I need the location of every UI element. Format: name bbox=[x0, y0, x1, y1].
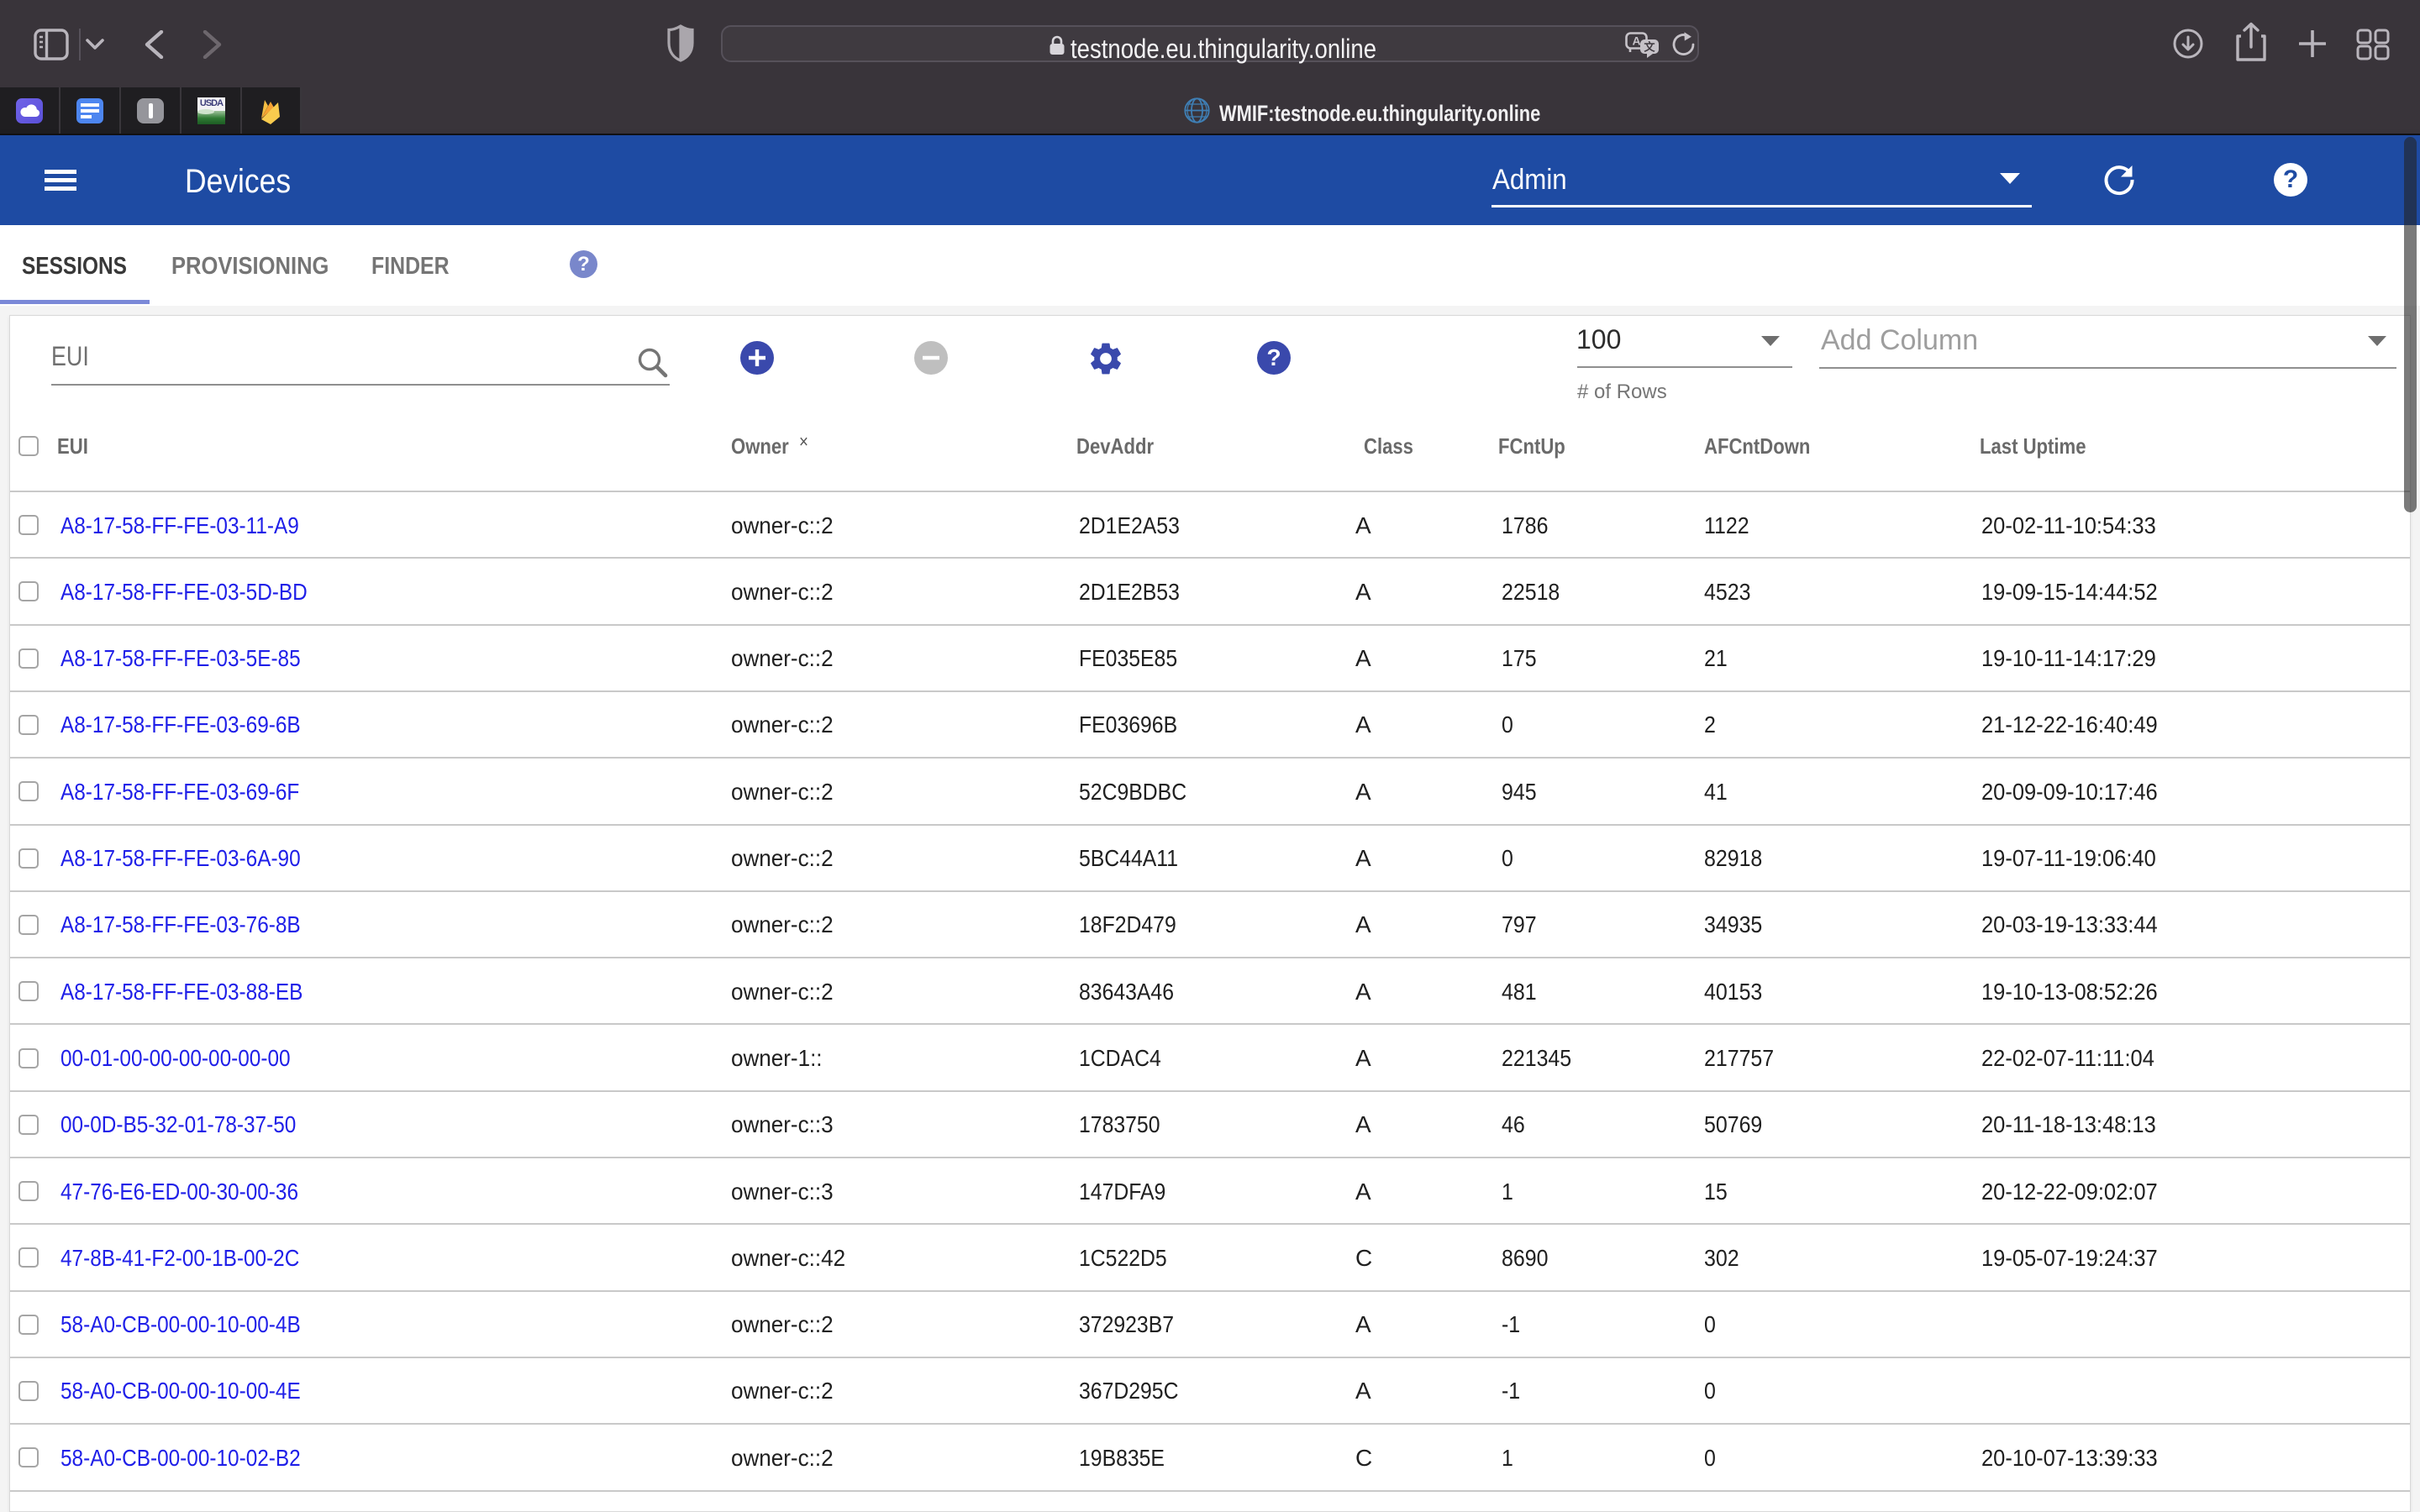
svg-text:文: 文 bbox=[1644, 41, 1655, 54]
svg-text:A: A bbox=[1632, 34, 1640, 48]
